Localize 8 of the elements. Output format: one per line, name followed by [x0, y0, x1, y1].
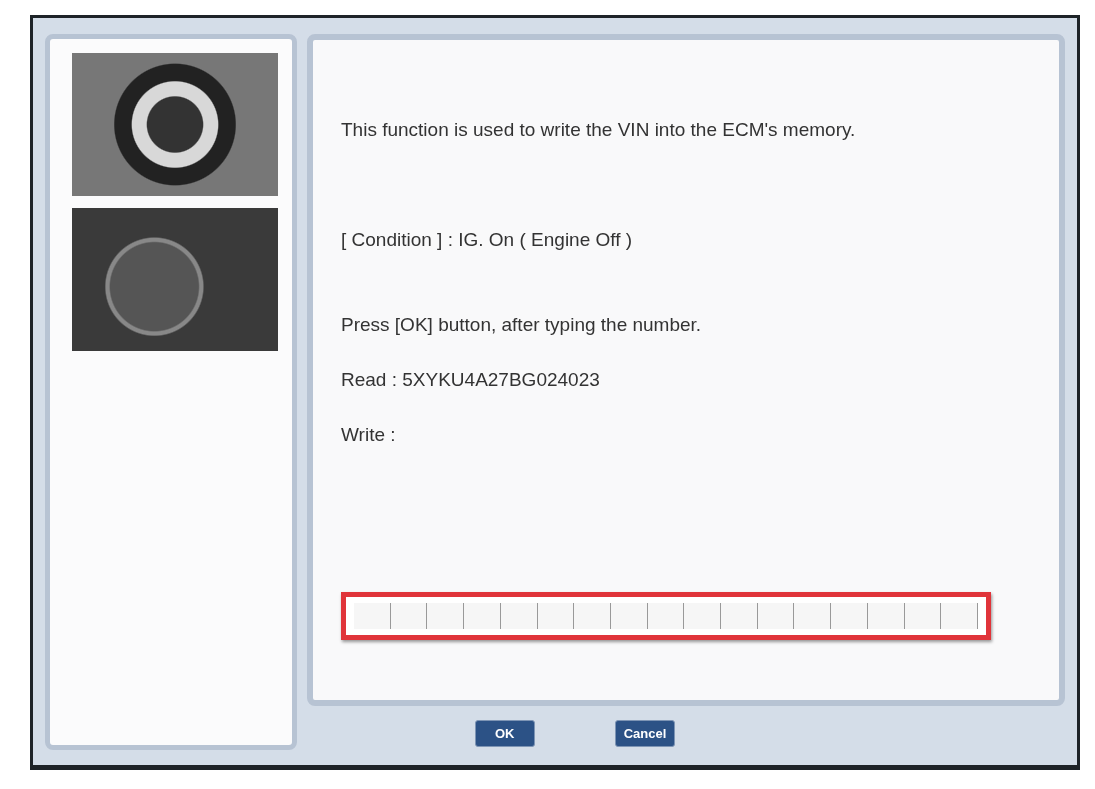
message-text: Press [OK] button, after typing the number. — [341, 313, 703, 337]
message-text: [ Condition ] : IG. On ( Engine Off ) — [341, 228, 634, 252]
message-text: Write : — [341, 423, 397, 447]
message-text: This function is used to write the VIN into the ECM's memory. — [341, 118, 857, 142]
vin-input-field[interactable] — [341, 592, 991, 640]
message-text: Read : 5XYKU4A27BG024023 — [341, 368, 601, 392]
dialog-button[interactable]: OK — [474, 720, 535, 747]
dialog-button[interactable]: Cancel — [614, 720, 676, 747]
